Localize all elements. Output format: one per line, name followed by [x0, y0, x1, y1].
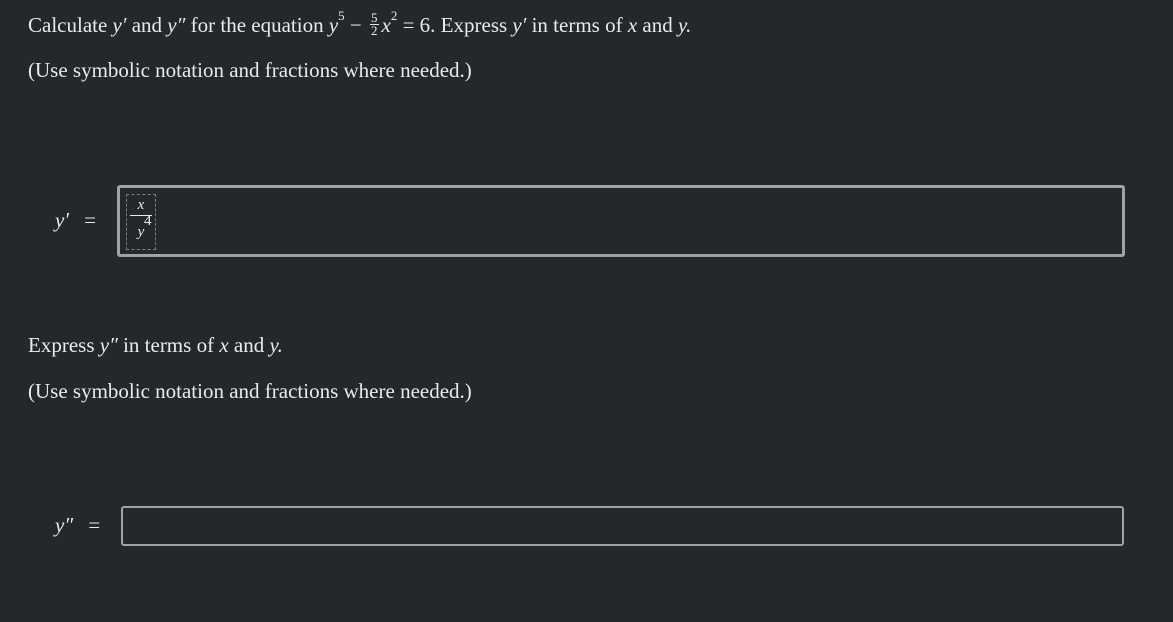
yprime-symbol: y′ — [112, 13, 127, 37]
and-word: and — [131, 13, 163, 37]
answer2-label-row: y″ = — [55, 513, 100, 538]
equation-exp-2: 2 — [390, 8, 398, 23]
equation-rhs: = 6. — [402, 13, 436, 37]
ydoubleprime-symbol: y″ — [167, 13, 186, 37]
q2-in-terms-of-text: in terms of — [123, 333, 215, 357]
hint-text-1: (Use symbolic notation and fractions whe… — [28, 58, 472, 82]
question-prefix: Calculate — [28, 13, 108, 37]
answer1-fraction: x y4 — [130, 197, 152, 240]
yprime-answer-input[interactable]: x y4 — [117, 185, 1125, 257]
answer1-den-exp: 4 — [144, 213, 152, 229]
in-terms-of-text: in terms of — [531, 13, 623, 37]
hint-text-2: (Use symbolic notation and fractions whe… — [28, 379, 472, 403]
answer1-label: y′ — [55, 208, 69, 232]
equation-fraction: 52 — [370, 9, 379, 38]
equation-exp-5: 5 — [338, 8, 345, 23]
q2-ydoubleprime-symbol: y″ — [99, 333, 118, 357]
var-y: y. — [677, 13, 692, 37]
yprime-symbol-2: y′ — [512, 13, 527, 37]
q2-express-word: Express — [28, 333, 95, 357]
answer1-equals: = — [84, 208, 97, 232]
var-x: x — [627, 13, 638, 37]
equation-x: x — [381, 13, 391, 37]
question2-text: Express y″ in terms of x and y. — [28, 333, 283, 358]
for-the-equation-text: for the equation — [190, 13, 324, 37]
answer2-equals: = — [88, 513, 101, 537]
express-word: Express — [440, 13, 508, 37]
question-text: Calculate y′ and y″ for the equation y5 … — [28, 8, 692, 40]
and-word-2: and — [642, 13, 673, 37]
answer1-denominator: y4 — [137, 213, 152, 240]
q2-var-x: x — [219, 333, 229, 357]
answer1-label-row: y′ = — [55, 208, 96, 233]
equation-y: y — [328, 13, 339, 37]
equation-minus: − — [349, 13, 362, 37]
q2-and-word: and — [233, 333, 265, 357]
answer2-label: y″ — [55, 513, 74, 537]
q2-var-y: y. — [269, 333, 283, 357]
ydoubleprime-answer-input[interactable] — [121, 506, 1124, 546]
